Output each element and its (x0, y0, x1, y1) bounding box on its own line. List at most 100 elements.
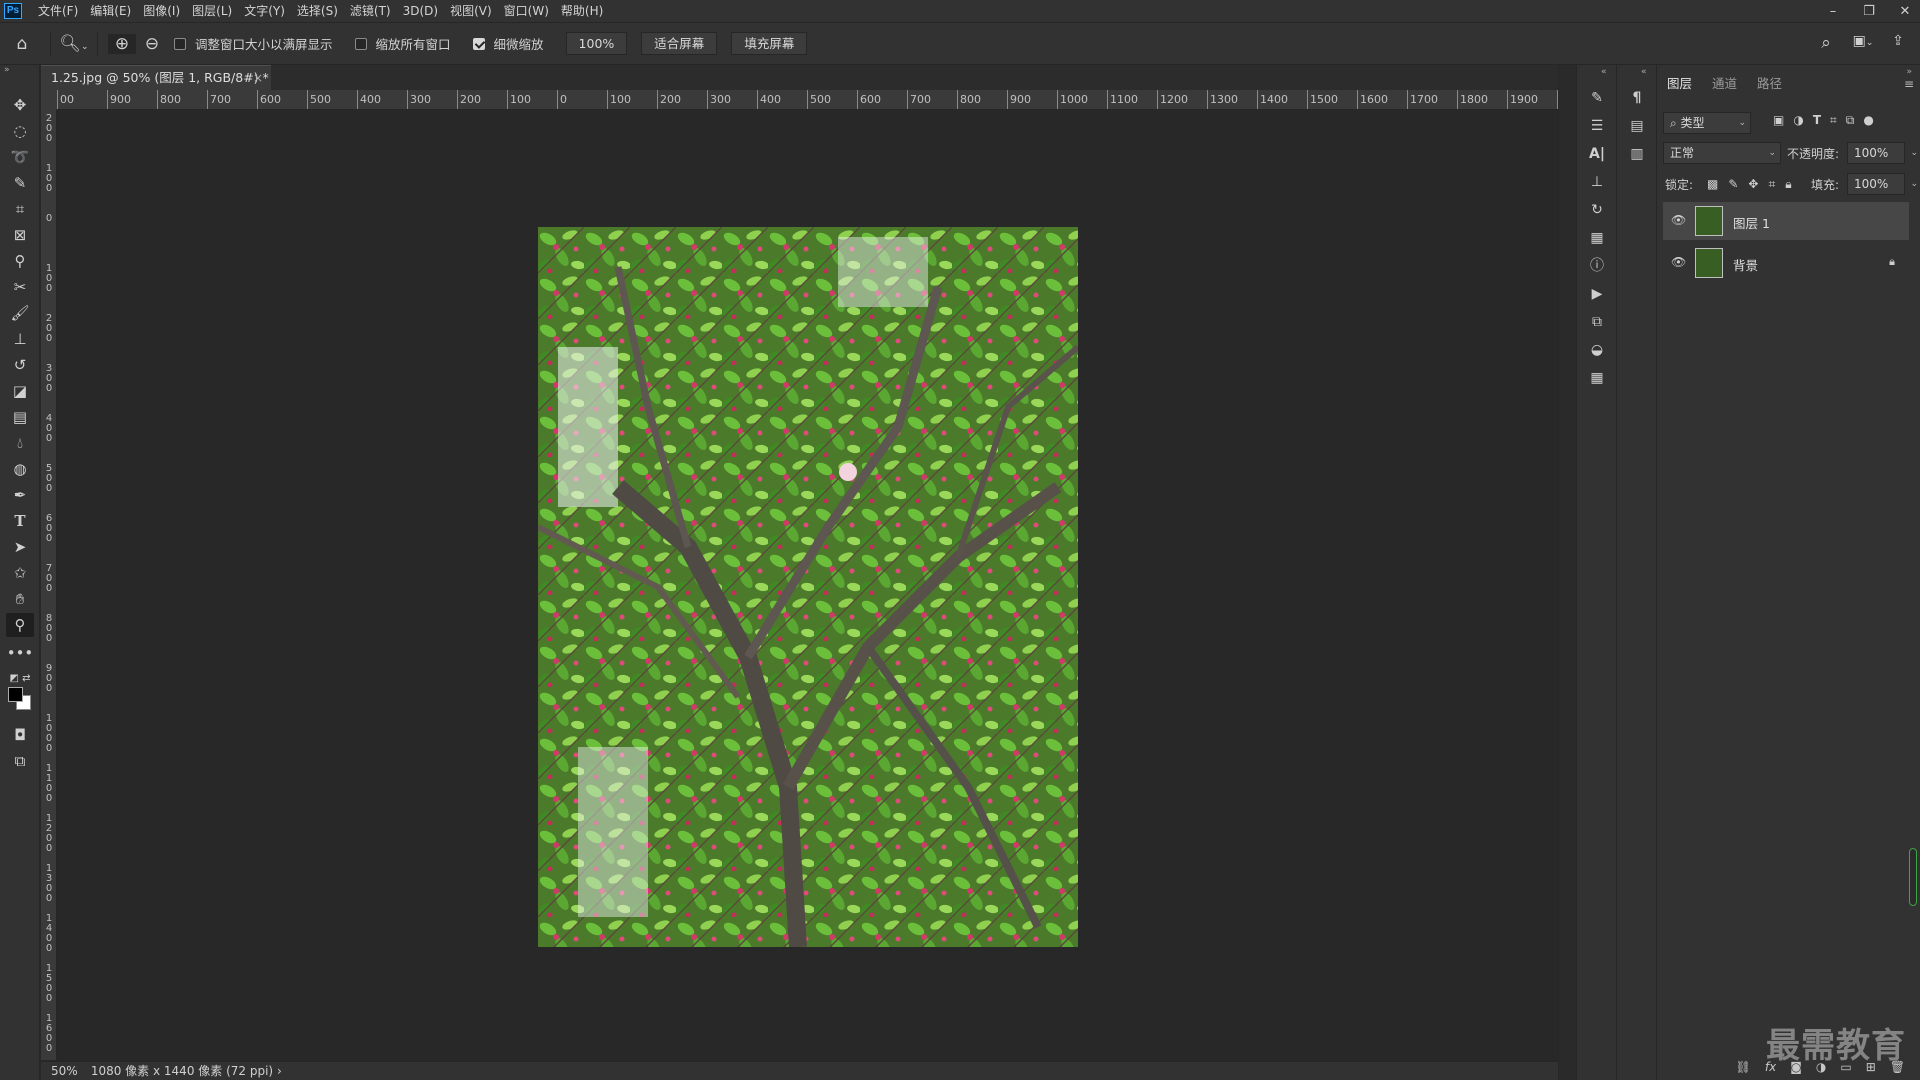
character-styles-icon[interactable]: ▥ (1625, 143, 1649, 165)
tab-paths[interactable]: 路径 (1747, 73, 1792, 95)
resize-windows-option[interactable]: 调整窗口大小以满屏显示 (174, 34, 333, 53)
search-icon[interactable]: ⌕ (1816, 33, 1836, 53)
scrubby-zoom-checkbox[interactable] (472, 37, 485, 50)
filter-smart-object-icon[interactable]: ⧉ (1846, 113, 1855, 128)
close-window-icon[interactable]: ✕ (1898, 4, 1912, 19)
panel-menu-icon[interactable]: ≡ (1904, 77, 1914, 91)
zoom-tool-preset-icon[interactable]: 🔍︎⌄ (57, 34, 91, 54)
3d-panel-icon[interactable]: ◒ (1585, 339, 1609, 361)
hand-tool-icon[interactable]: ✋︎ (6, 587, 34, 611)
zoom-tool-icon[interactable]: ⚲ (6, 613, 34, 637)
healing-brush-tool-icon[interactable]: ✂ (6, 275, 34, 299)
quick-mask-icon[interactable]: ◘ (6, 723, 34, 747)
layer-lock-icon[interactable]: 🔒︎ (1889, 255, 1895, 269)
zoom-all-windows-option[interactable]: 缩放所有窗口 (354, 34, 451, 53)
tab-layers[interactable]: 图层 (1657, 73, 1702, 95)
menu-help[interactable]: 帮助(H) (555, 0, 609, 22)
canvas-vertical-scrollbar[interactable] (1558, 65, 1576, 1080)
marquee-tool-icon[interactable]: ◌ (6, 119, 34, 143)
visibility-eye-icon[interactable]: 👁︎ (1671, 255, 1686, 269)
document-tab[interactable]: 1.25.jpg @ 50% (图层 1, RGB/8#) * × (41, 65, 271, 90)
dodge-tool-icon[interactable]: ◍ (6, 457, 34, 481)
filter-type-icon[interactable]: T (1813, 113, 1821, 128)
actions-panel-icon[interactable]: ▶ (1585, 283, 1609, 305)
zoom-out-icon[interactable]: ⊖ (138, 34, 166, 54)
zoom-100-button[interactable]: 100% (565, 32, 628, 55)
lock-transparent-icon[interactable]: ▩ (1707, 177, 1718, 192)
lock-position-icon[interactable]: ✥ (1748, 177, 1758, 192)
blur-tool-icon[interactable]: 💧︎ (6, 431, 34, 455)
chevron-down-icon[interactable]: ⌄ (1910, 174, 1918, 194)
more-tools-icon[interactable]: ••• (6, 641, 34, 665)
horizontal-ruler[interactable]: 00 900 800 700 600 500 400 300 200 100 0 100 200 300 4… (57, 90, 1558, 110)
screen-mode-icon[interactable]: ⧉ (6, 749, 34, 773)
lasso-tool-icon[interactable]: ➰ (6, 145, 34, 169)
layer-row-background[interactable]: 👁︎ 背景 🔒︎ (1663, 244, 1909, 282)
fill-screen-button[interactable]: 填充屏幕 (731, 32, 808, 55)
home-icon[interactable]: ⌂ (0, 34, 44, 54)
libraries-panel-icon[interactable]: ▦ (1585, 227, 1609, 249)
brush-settings-icon[interactable]: ✎ (1585, 87, 1609, 109)
fit-screen-button[interactable]: 适合屏幕 (641, 32, 718, 55)
lock-artboard-icon[interactable]: ⌗ (1768, 177, 1775, 192)
tables-panel-icon[interactable]: ▦ (1585, 367, 1609, 389)
opacity-input[interactable]: 100% ⌄ (1847, 142, 1918, 164)
share-icon[interactable]: ⇪ (1888, 33, 1908, 49)
foreground-color-swatch[interactable] (8, 687, 23, 702)
fill-input[interactable]: 100% ⌄ (1847, 173, 1918, 195)
restore-icon[interactable]: ❐ (1862, 4, 1876, 19)
filter-adjustment-icon[interactable]: ◑ (1793, 113, 1803, 128)
type-tool-icon[interactable]: T (6, 509, 34, 533)
collapse-arrows-icon[interactable]: » (1906, 67, 1912, 77)
adjustments-panel-icon[interactable]: ☰ (1585, 115, 1609, 137)
path-select-tool-icon[interactable]: ➤ (6, 535, 34, 559)
quick-select-tool-icon[interactable]: ✎ (6, 171, 34, 195)
filter-pixel-icon[interactable]: ▣ (1773, 113, 1784, 128)
vertical-ruler[interactable]: 200 100 0 100 200 300 400 500 600 700 800 900 1000 11… (41, 110, 57, 1060)
crop-tool-icon[interactable]: ⌗ (6, 197, 34, 221)
visibility-eye-icon[interactable]: 👁︎ (1671, 213, 1686, 227)
workspace-icon[interactable]: ▣⌄ (1848, 33, 1878, 49)
move-tool-icon[interactable]: ✥ (6, 93, 34, 117)
scrubby-zoom-option[interactable]: 细微缩放 (472, 34, 544, 53)
menu-file[interactable]: 文件(F) (32, 0, 84, 22)
blend-mode-select[interactable]: 正常 ⌄ (1663, 142, 1781, 164)
brush-tool-icon[interactable]: 🖌︎ (6, 301, 34, 325)
menu-select[interactable]: 选择(S) (291, 0, 344, 22)
info-panel-icon[interactable]: ⓘ (1585, 255, 1609, 277)
menu-image[interactable]: 图像(I) (137, 0, 186, 22)
color-swatches[interactable] (8, 687, 34, 711)
collapse-arrows-icon[interactable]: « (1601, 67, 1607, 77)
menu-layer[interactable]: 图层(L) (186, 0, 238, 22)
lock-image-icon[interactable]: ✎ (1728, 177, 1738, 192)
menu-window[interactable]: 窗口(W) (498, 0, 555, 22)
paragraph-panel-icon[interactable]: ¶ (1625, 87, 1649, 109)
eyedropper-tool-icon[interactable]: ⚲ (6, 249, 34, 273)
pen-tool-icon[interactable]: ✒ (6, 483, 34, 507)
tab-close-icon[interactable]: × (253, 66, 263, 90)
menu-filter[interactable]: 滤镜(T) (344, 0, 397, 22)
clone-stamp-tool-icon[interactable]: ⊥ (6, 327, 34, 351)
layer-comps-icon[interactable]: ⧉ (1585, 311, 1609, 333)
panel-scroll-thumb[interactable] (1909, 848, 1917, 906)
menu-view[interactable]: 视图(V) (444, 0, 498, 22)
frame-tool-icon[interactable]: ⊠ (6, 223, 34, 247)
filter-toggle-icon[interactable]: ● (1863, 113, 1873, 128)
history-panel-icon[interactable]: ↻ (1585, 199, 1609, 221)
character-panel-icon[interactable]: A| (1585, 143, 1609, 165)
status-zoom-level[interactable]: 50% (51, 1062, 87, 1080)
zoom-in-icon[interactable]: ⊕ (108, 33, 136, 54)
chevron-down-icon[interactable]: ⌄ (1910, 143, 1918, 163)
collapse-arrows-icon[interactable]: « (1641, 67, 1647, 77)
paragraph-styles-icon[interactable]: ▤ (1625, 115, 1649, 137)
menu-type[interactable]: 文字(Y) (238, 0, 291, 22)
layer-filter-select[interactable]: ⌕ 类型 ⌄ (1663, 112, 1751, 134)
history-brush-tool-icon[interactable]: ↺ (6, 353, 34, 377)
collapse-arrows-icon[interactable]: » (4, 65, 10, 75)
zoom-all-windows-checkbox[interactable] (354, 37, 367, 50)
menu-3d[interactable]: 3D(D) (397, 0, 444, 22)
status-menu-arrow-icon[interactable]: › (277, 1064, 282, 1078)
layer-row-layer1[interactable]: 👁︎ 图层 1 (1663, 202, 1909, 240)
tab-channels[interactable]: 通道 (1702, 73, 1747, 95)
gradient-tool-icon[interactable]: ▤ (6, 405, 34, 429)
